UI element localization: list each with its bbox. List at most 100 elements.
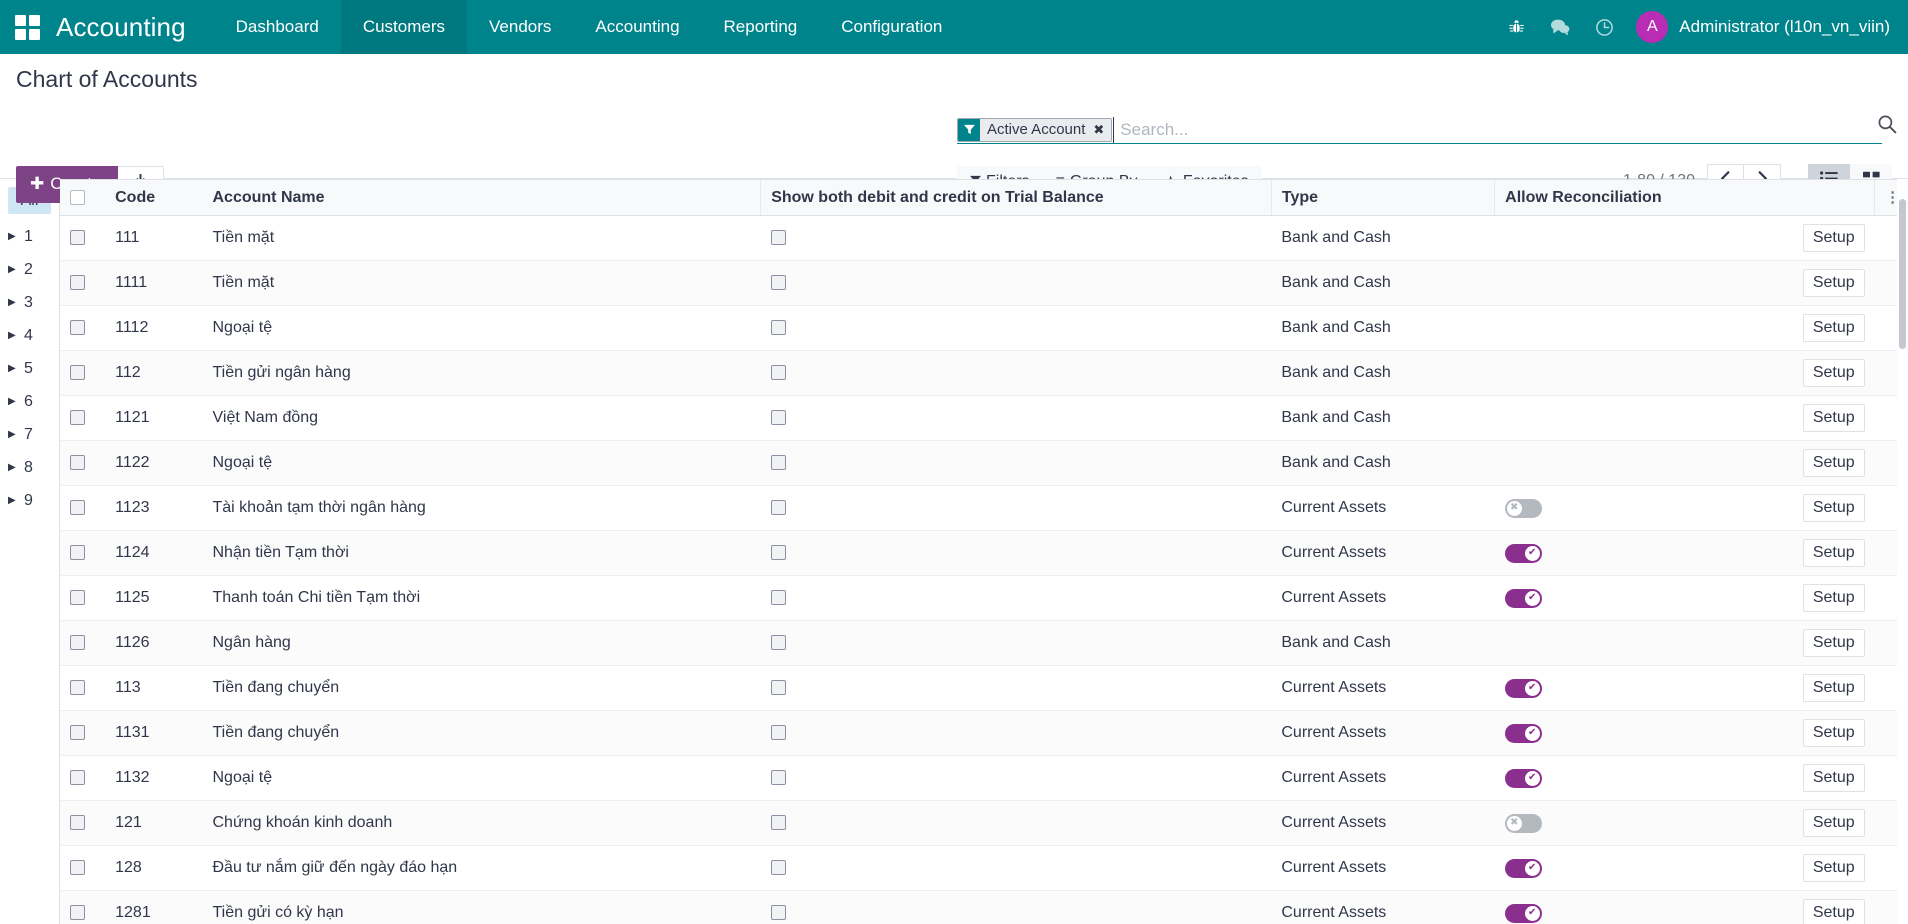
trial-balance-checkbox[interactable] — [771, 680, 786, 695]
table-row[interactable]: 1131Tiền đang chuyểnCurrent Assets✔Setup — [60, 711, 1908, 756]
table-row[interactable]: 1126Ngân hàngBank and CashSetup — [60, 621, 1908, 666]
row-select-checkbox[interactable] — [70, 320, 85, 335]
reconciliation-toggle-on[interactable]: ✔ — [1505, 679, 1542, 698]
row-select-checkbox[interactable] — [70, 365, 85, 380]
trial-balance-checkbox[interactable] — [771, 230, 786, 245]
side-item-group-8[interactable]: ▶8 — [0, 451, 59, 484]
messages-icon[interactable] — [1538, 0, 1582, 54]
setup-button[interactable]: Setup — [1803, 539, 1865, 567]
table-row[interactable]: 1281Tiền gửi có kỳ hạnCurrent Assets✔Set… — [60, 891, 1908, 924]
table-row[interactable]: 1111Tiền mặtBank and CashSetup — [60, 261, 1908, 306]
trial-balance-checkbox[interactable] — [771, 545, 786, 560]
setup-button[interactable]: Setup — [1803, 404, 1865, 432]
caret-right-icon[interactable]: ▶ — [8, 264, 24, 275]
table-row[interactable]: 1123Tài khoản tạm thời ngân hàngCurrent … — [60, 486, 1908, 531]
setup-button[interactable]: Setup — [1803, 314, 1865, 342]
trial-balance-checkbox[interactable] — [771, 410, 786, 425]
reconciliation-toggle-on[interactable]: ✔ — [1505, 859, 1542, 878]
column-header-trial-balance[interactable]: Show both debit and credit on Trial Bala… — [761, 180, 1272, 216]
setup-button[interactable]: Setup — [1803, 764, 1865, 792]
reconciliation-toggle-on[interactable]: ✔ — [1505, 904, 1542, 923]
trial-balance-checkbox[interactable] — [771, 815, 786, 830]
bug-icon[interactable] — [1494, 0, 1538, 54]
table-row[interactable]: 1124Nhận tiền Tạm thờiCurrent Assets✔Set… — [60, 531, 1908, 576]
setup-button[interactable]: Setup — [1803, 674, 1865, 702]
side-item-group-7[interactable]: ▶7 — [0, 418, 59, 451]
caret-right-icon[interactable]: ▶ — [8, 462, 24, 473]
scrollbar-thumb[interactable] — [1899, 199, 1906, 349]
setup-button[interactable]: Setup — [1803, 494, 1865, 522]
row-select-checkbox[interactable] — [70, 410, 85, 425]
apps-menu-button[interactable] — [0, 0, 54, 54]
nav-item-configuration[interactable]: Configuration — [819, 0, 964, 54]
brand-title[interactable]: Accounting — [54, 12, 192, 43]
setup-button[interactable]: Setup — [1803, 359, 1865, 387]
row-select-checkbox[interactable] — [70, 905, 85, 920]
side-item-group-1[interactable]: ▶1 — [0, 220, 59, 253]
trial-balance-checkbox[interactable] — [771, 635, 786, 650]
row-select-checkbox[interactable] — [70, 275, 85, 290]
table-row[interactable]: 1121Việt Nam đồngBank and CashSetup — [60, 396, 1908, 441]
row-select-checkbox[interactable] — [70, 770, 85, 785]
row-select-checkbox[interactable] — [70, 860, 85, 875]
side-item-group-9[interactable]: ▶9 — [0, 484, 59, 517]
column-header-allow-reconciliation[interactable]: Allow Reconciliation — [1495, 180, 1780, 216]
caret-right-icon[interactable]: ▶ — [8, 297, 24, 308]
trial-balance-checkbox[interactable] — [771, 500, 786, 515]
caret-right-icon[interactable]: ▶ — [8, 363, 24, 374]
trial-balance-checkbox[interactable] — [771, 905, 786, 920]
row-select-checkbox[interactable] — [70, 725, 85, 740]
caret-right-icon[interactable]: ▶ — [8, 429, 24, 440]
side-item-group-3[interactable]: ▶3 — [0, 286, 59, 319]
row-select-checkbox[interactable] — [70, 635, 85, 650]
table-row[interactable]: 111Tiền mặtBank and CashSetup — [60, 216, 1908, 261]
caret-right-icon[interactable]: ▶ — [8, 330, 24, 341]
search-facet-active-account[interactable]: Active Account ✖ — [957, 118, 1112, 142]
row-select-checkbox[interactable] — [70, 500, 85, 515]
reconciliation-toggle-on[interactable]: ✔ — [1505, 589, 1542, 608]
trial-balance-checkbox[interactable] — [771, 455, 786, 470]
table-row[interactable]: 112Tiền gửi ngân hàngBank and CashSetup — [60, 351, 1908, 396]
trial-balance-checkbox[interactable] — [771, 725, 786, 740]
setup-button[interactable]: Setup — [1803, 899, 1865, 924]
reconciliation-toggle-on[interactable]: ✔ — [1505, 544, 1542, 563]
table-row[interactable]: 113Tiền đang chuyểnCurrent Assets✔Setup — [60, 666, 1908, 711]
reconciliation-toggle-on[interactable]: ✔ — [1505, 724, 1542, 743]
caret-right-icon[interactable]: ▶ — [8, 396, 24, 407]
search-input[interactable] — [1113, 117, 1882, 143]
side-item-group-2[interactable]: ▶2 — [0, 253, 59, 286]
vertical-scrollbar[interactable] — [1897, 179, 1908, 924]
setup-button[interactable]: Setup — [1803, 854, 1865, 882]
side-item-group-5[interactable]: ▶5 — [0, 352, 59, 385]
trial-balance-checkbox[interactable] — [771, 275, 786, 290]
table-row[interactable]: 121Chứng khoán kinh doanhCurrent Assets✖… — [60, 801, 1908, 846]
nav-item-customers[interactable]: Customers — [341, 0, 467, 54]
select-all-checkbox[interactable] — [70, 190, 85, 205]
column-header-account-name[interactable]: Account Name — [203, 180, 761, 216]
table-row[interactable]: 1125Thanh toán Chi tiền Tạm thờiCurrent … — [60, 576, 1908, 621]
side-item-group-6[interactable]: ▶6 — [0, 385, 59, 418]
caret-right-icon[interactable]: ▶ — [8, 495, 24, 506]
row-select-checkbox[interactable] — [70, 680, 85, 695]
row-select-checkbox[interactable] — [70, 455, 85, 470]
table-row[interactable]: 1132Ngoại tệCurrent Assets✔Setup — [60, 756, 1908, 801]
row-select-checkbox[interactable] — [70, 230, 85, 245]
row-select-checkbox[interactable] — [70, 590, 85, 605]
setup-button[interactable]: Setup — [1803, 449, 1865, 477]
setup-button[interactable]: Setup — [1803, 809, 1865, 837]
setup-button[interactable]: Setup — [1803, 584, 1865, 612]
side-item-group-4[interactable]: ▶4 — [0, 319, 59, 352]
trial-balance-checkbox[interactable] — [771, 860, 786, 875]
search-icon[interactable] — [1877, 114, 1897, 140]
nav-item-accounting[interactable]: Accounting — [573, 0, 701, 54]
trial-balance-checkbox[interactable] — [771, 365, 786, 380]
nav-item-vendors[interactable]: Vendors — [467, 0, 573, 54]
setup-button[interactable]: Setup — [1803, 269, 1865, 297]
table-row[interactable]: 128Đầu tư nắm giữ đến ngày đáo hạnCurren… — [60, 846, 1908, 891]
setup-button[interactable]: Setup — [1803, 629, 1865, 657]
column-header-type[interactable]: Type — [1271, 180, 1494, 216]
column-header-code[interactable]: Code — [105, 180, 202, 216]
row-select-checkbox[interactable] — [70, 545, 85, 560]
close-icon[interactable]: ✖ — [1091, 119, 1111, 141]
trial-balance-checkbox[interactable] — [771, 770, 786, 785]
